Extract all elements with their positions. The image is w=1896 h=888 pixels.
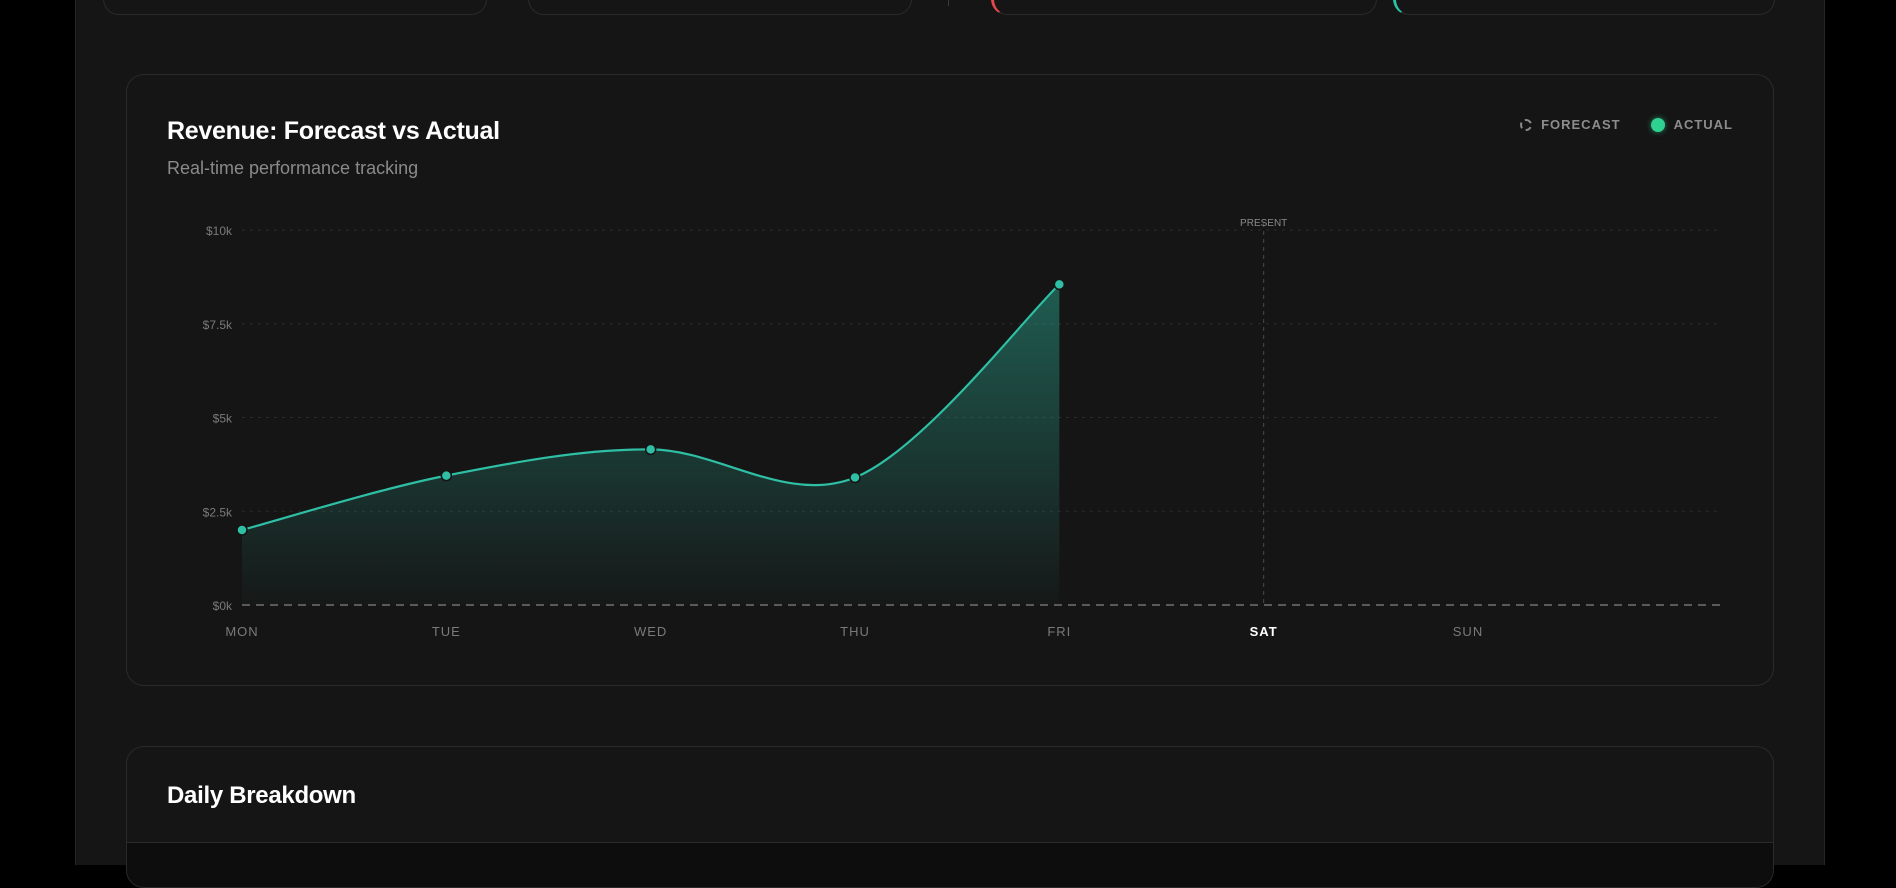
daily-breakdown-title: Daily Breakdown	[167, 782, 356, 809]
top-stat-card-1[interactable]	[103, 0, 487, 15]
daily-breakdown-card: Daily Breakdown	[126, 746, 1774, 888]
x-tick-label: MON	[225, 624, 258, 639]
x-tick-label: SAT	[1250, 624, 1278, 639]
x-tick-label: TUE	[432, 624, 461, 639]
actual-data-point	[440, 469, 453, 482]
revenue-chart-card: Revenue: Forecast vs Actual Real-time pe…	[126, 74, 1774, 686]
y-tick-label: $10k	[206, 224, 233, 238]
actual-data-point	[849, 471, 861, 484]
daily-breakdown-table-header	[127, 842, 1773, 887]
present-marker-label: PRESENT	[1240, 218, 1287, 229]
dashboard-page: Revenue: Forecast vs Actual Real-time pe…	[75, 0, 1825, 888]
revenue-area-chart: $0k $2.5k $5k $7.5k $10k MON TUE WED THU FRI SAT SU…	[203, 218, 1721, 639]
x-tick-label: THU	[840, 624, 870, 639]
x-tick-label: SUN	[1453, 624, 1483, 639]
top-divider	[948, 0, 949, 6]
y-tick-label: $0k	[213, 599, 233, 613]
top-stat-card-4[interactable]	[1393, 0, 1775, 15]
x-tick-label: WED	[634, 624, 667, 639]
top-stat-card-2[interactable]	[528, 0, 912, 15]
actual-data-point	[1053, 278, 1066, 291]
y-tick-label: $2.5k	[203, 505, 233, 519]
x-tick-label: FRI	[1047, 624, 1071, 639]
y-tick-label: $7.5k	[203, 318, 233, 332]
actual-data-point	[236, 524, 248, 536]
top-stat-card-3[interactable]	[991, 0, 1377, 15]
actual-data-point	[644, 443, 657, 456]
y-tick-label: $5k	[213, 412, 233, 426]
